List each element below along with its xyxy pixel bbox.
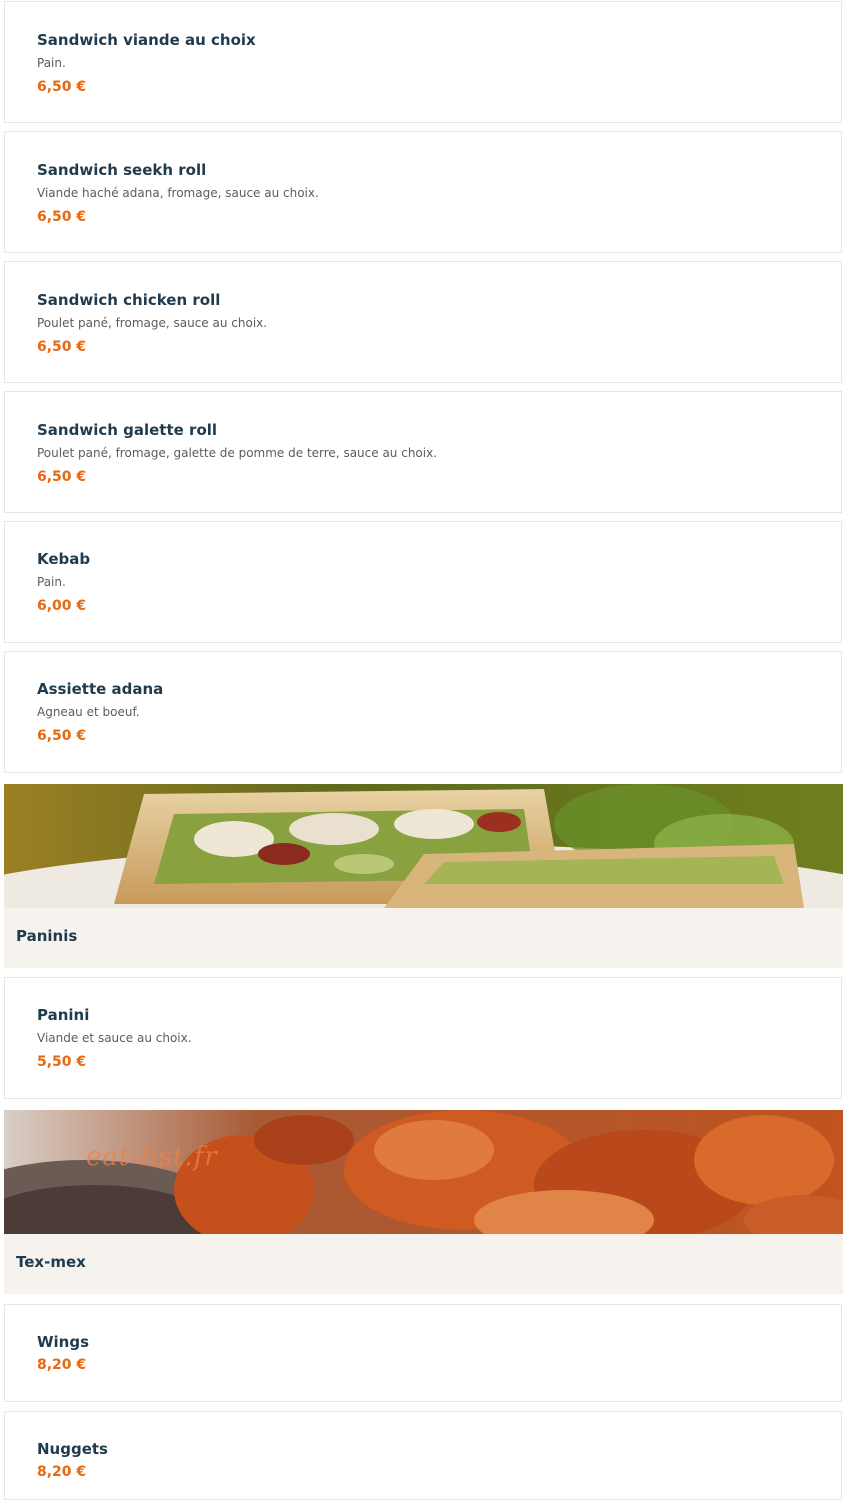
menu-item-price: 6,50 € (37, 469, 87, 485)
menu-item-card[interactable]: Panini Viande et sauce au choix. 5,50 € (4, 977, 842, 1099)
watermark-text: eat-list.fr (86, 1142, 218, 1172)
menu-item-card[interactable]: Sandwich seekh roll Viande haché adana, … (4, 131, 842, 253)
menu-item-description: Poulet pané, fromage, sauce au choix. (37, 316, 268, 330)
menu-item-description: Pain. (37, 575, 66, 589)
section-title: Paninis (16, 927, 78, 945)
section-tex-mex: eat-list.fr Tex-mex (4, 1110, 843, 1294)
menu-item-card[interactable]: Sandwich galette roll Poulet pané, froma… (4, 391, 842, 513)
panini-photo (4, 784, 843, 908)
menu-item-name: Sandwich seekh roll (37, 161, 207, 179)
menu-item-description: Pain. (37, 56, 66, 70)
menu-item-price: 6,50 € (37, 79, 87, 95)
menu-item-price: 6,50 € (37, 209, 87, 225)
menu-item-price: 8,20 € (37, 1464, 87, 1480)
menu-item-price: 6,50 € (37, 728, 87, 744)
menu-item-card[interactable]: Sandwich chicken roll Poulet pané, froma… (4, 261, 842, 383)
menu-item-description: Viande et sauce au choix. (37, 1031, 192, 1045)
menu-item-card[interactable]: Wings 8,20 € (4, 1304, 842, 1402)
menu-item-description: Agneau et boeuf. (37, 705, 140, 719)
menu-item-card[interactable]: Assiette adana Agneau et boeuf. 6,50 € (4, 651, 842, 773)
chicken-wings-photo (4, 1110, 843, 1234)
menu-item-name: Sandwich galette roll (37, 421, 218, 439)
menu-item-card[interactable]: Kebab Pain. 6,00 € (4, 521, 842, 643)
menu-item-name: Sandwich chicken roll (37, 291, 221, 309)
menu-item-name: Kebab (37, 550, 91, 568)
menu-item-card[interactable]: Sandwich viande au choix Pain. 6,50 € (4, 1, 842, 123)
section-paninis: Paninis (4, 784, 843, 968)
menu-item-price: 5,50 € (37, 1054, 87, 1070)
menu-item-description: Viande haché adana, fromage, sauce au ch… (37, 186, 319, 200)
section-title: Tex-mex (16, 1253, 86, 1271)
menu-item-name: Sandwich viande au choix (37, 31, 256, 49)
menu-item-name: Assiette adana (37, 680, 164, 698)
menu-item-description: Poulet pané, fromage, galette de pomme d… (37, 446, 438, 460)
menu-item-card[interactable]: Nuggets 8,20 € (4, 1411, 842, 1500)
menu-item-name: Panini (37, 1006, 90, 1024)
menu-item-name: Nuggets (37, 1440, 108, 1458)
menu-item-price: 8,20 € (37, 1357, 87, 1373)
menu-item-price: 6,00 € (37, 598, 87, 614)
menu-item-name: Wings (37, 1333, 90, 1351)
menu-item-price: 6,50 € (37, 339, 87, 355)
